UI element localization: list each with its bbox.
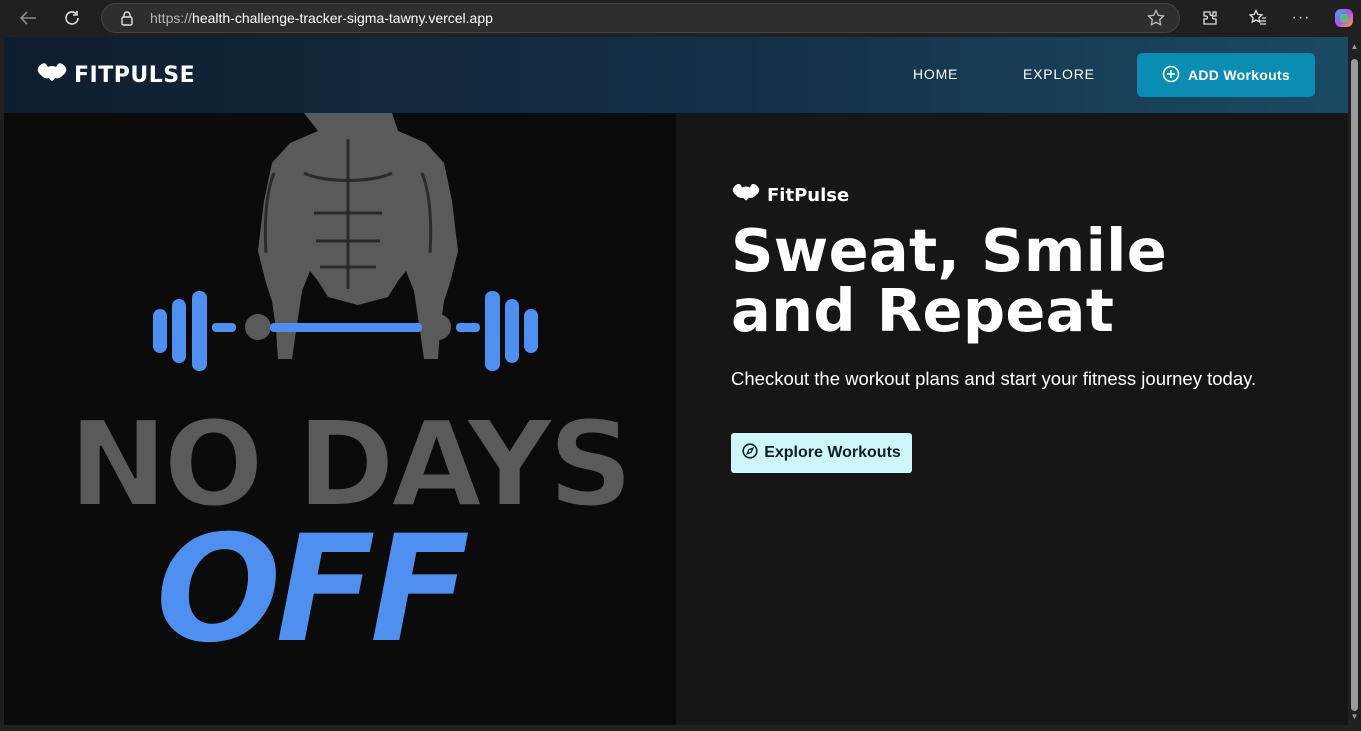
browser-toolbar: https://health-challenge-tracker-sigma-t… bbox=[0, 0, 1361, 37]
more-menu-icon[interactable]: ··· bbox=[1288, 6, 1314, 30]
favorite-star-icon[interactable] bbox=[1147, 8, 1165, 32]
nav-link-home[interactable]: HOME bbox=[913, 66, 958, 82]
scroll-up-arrow-icon[interactable]: ▲ bbox=[1350, 43, 1359, 51]
scroll-thumb[interactable] bbox=[1351, 59, 1358, 711]
page-scrollbar[interactable]: ▲ ▼ bbox=[1348, 37, 1361, 725]
flexed-bicep-logo-icon bbox=[36, 60, 68, 91]
favorites-icon[interactable] bbox=[1245, 6, 1271, 30]
flexed-bicep-icon bbox=[731, 181, 761, 210]
window-bottom-edge bbox=[0, 725, 1361, 731]
back-icon[interactable] bbox=[15, 6, 41, 30]
copilot-icon[interactable] bbox=[1331, 6, 1357, 30]
nav-link-explore[interactable]: EXPLORE bbox=[1023, 66, 1095, 82]
lock-icon bbox=[120, 10, 134, 31]
page-viewport: FITPULSE HOME EXPLORE ADD Workouts NO DA… bbox=[4, 37, 1348, 725]
refresh-icon[interactable] bbox=[59, 6, 85, 30]
explore-workouts-button[interactable]: Explore Workouts bbox=[731, 433, 912, 473]
logo-text: FITPULSE bbox=[74, 63, 196, 88]
headline-line-1: Sweat, Smile bbox=[731, 216, 1168, 285]
hero-brand: FitPulse bbox=[731, 181, 849, 210]
explore-workouts-label: Explore Workouts bbox=[764, 444, 901, 461]
url-text: https://health-challenge-tracker-sigma-t… bbox=[150, 10, 493, 26]
hero-headline: Sweat, Smile and Repeat bbox=[731, 221, 1167, 341]
compass-icon bbox=[742, 442, 758, 464]
no-days-off-illustration: NO DAYS OFF bbox=[68, 113, 634, 678]
poster-line2: OFF bbox=[155, 503, 470, 677]
site-logo[interactable]: FITPULSE bbox=[36, 60, 195, 91]
address-bar[interactable]: https://health-challenge-tracker-sigma-t… bbox=[101, 3, 1180, 33]
hero-subtitle: Checkout the workout plans and start you… bbox=[731, 368, 1257, 389]
hero-content: FitPulse Sweat, Smile and Repeat Checkou… bbox=[676, 113, 1348, 725]
url-host: health-challenge-tracker-sigma-tawny.ver… bbox=[192, 10, 493, 26]
headline-line-2: and Repeat bbox=[731, 276, 1115, 345]
url-prefix: https:// bbox=[150, 10, 193, 26]
hero-poster-image: NO DAYS OFF bbox=[4, 113, 676, 725]
scroll-down-arrow-icon[interactable]: ▼ bbox=[1350, 713, 1359, 721]
hero-brand-text: FitPulse bbox=[767, 185, 850, 206]
site-navbar: FITPULSE HOME EXPLORE ADD Workouts bbox=[4, 37, 1348, 113]
extensions-icon[interactable] bbox=[1197, 6, 1223, 30]
plus-circle-icon bbox=[1162, 65, 1180, 86]
add-workouts-label: ADD Workouts bbox=[1187, 67, 1291, 83]
add-workouts-button[interactable]: ADD Workouts bbox=[1137, 53, 1315, 97]
